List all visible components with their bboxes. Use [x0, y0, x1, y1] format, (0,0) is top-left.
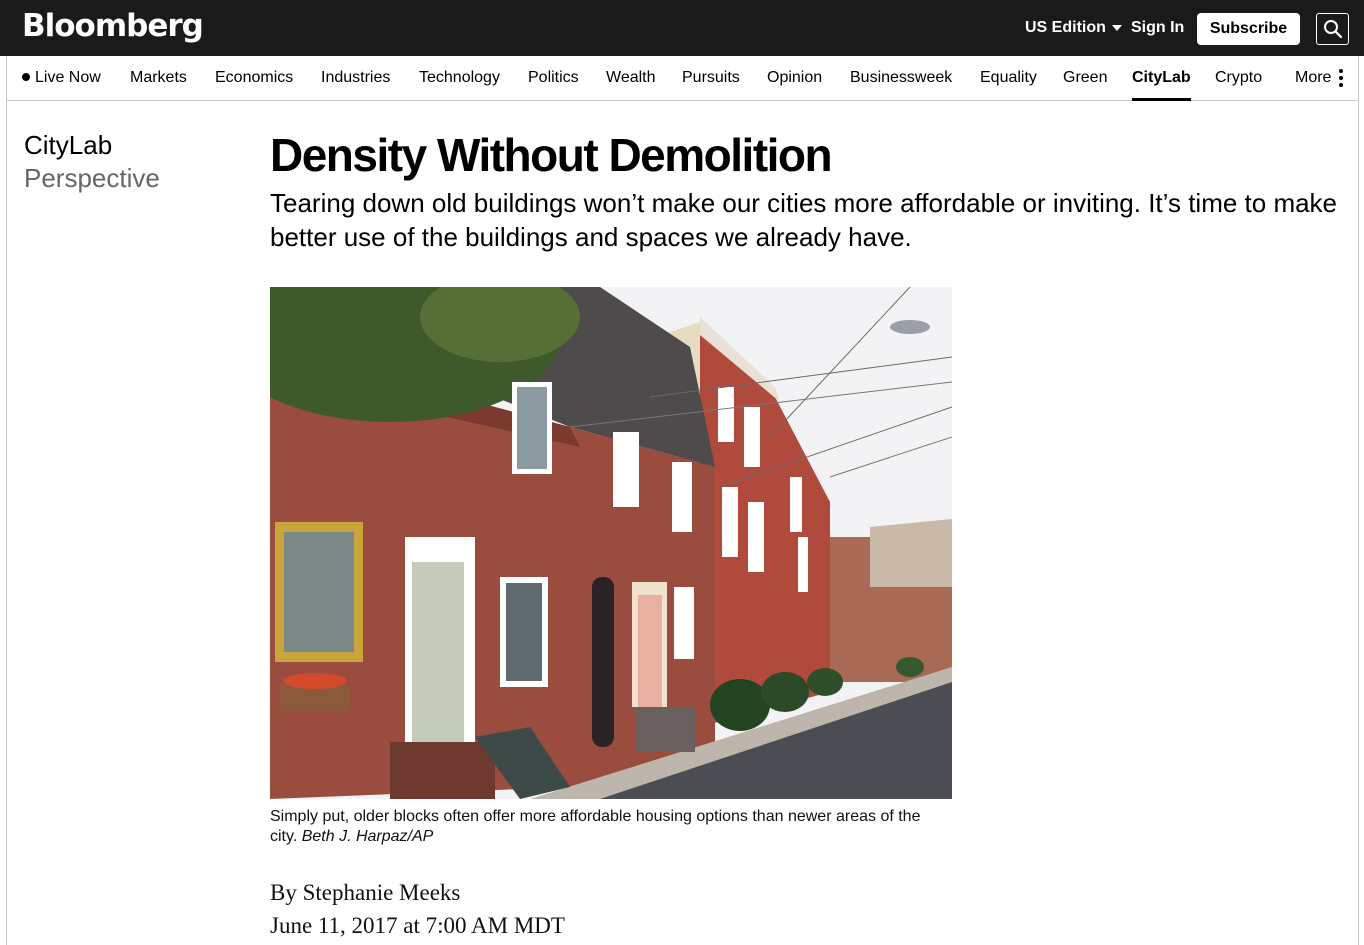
nav-more-button[interactable]: More — [1295, 69, 1331, 87]
top-bar: Bloomberg US Edition Sign In Subscribe — [0, 0, 1364, 56]
nav-item-citylab[interactable]: CityLab — [1132, 69, 1191, 101]
edition-selector[interactable]: US Edition — [1025, 19, 1122, 37]
nav-item-crypto[interactable]: Crypto — [1215, 69, 1262, 87]
frame-left-border — [6, 56, 7, 945]
article-headline: Density Without Demolition — [270, 129, 833, 181]
frame-right-border — [1358, 56, 1359, 945]
nav-item-equality[interactable]: Equality — [980, 69, 1037, 87]
rowhouse-street-illustration — [270, 287, 952, 799]
article-type-label: Perspective — [24, 163, 160, 193]
lead-photo — [270, 287, 952, 799]
publish-date: June 11, 2017 at 7:00 AM MDT — [270, 913, 565, 938]
edition-label: US Edition — [1025, 19, 1106, 36]
photo-caption: Simply put, older blocks often offer mor… — [270, 807, 952, 846]
live-dot-icon — [22, 73, 30, 81]
article-dek: Tearing down old buildings won’t make ou… — [270, 188, 1338, 252]
caret-down-icon — [1111, 25, 1122, 31]
more-vertical-icon[interactable] — [1339, 69, 1343, 89]
nav-item-opinion[interactable]: Opinion — [767, 69, 822, 87]
search-icon — [1323, 20, 1342, 39]
nav-item-technology[interactable]: Technology — [419, 69, 500, 87]
bloomberg-logo[interactable]: Bloomberg — [22, 8, 204, 44]
nav-live-label: Live Now — [35, 69, 101, 86]
nav-item-businessweek[interactable]: Businessweek — [850, 69, 952, 87]
sign-in-link[interactable]: Sign In — [1131, 19, 1184, 37]
nav-item-economics[interactable]: Economics — [215, 69, 293, 87]
photo-credit: Beth J. Harpaz/AP — [301, 827, 434, 845]
author-byline[interactable]: By Stephanie Meeks — [270, 880, 460, 906]
nav-item-wealth[interactable]: Wealth — [606, 69, 656, 87]
nav-item-markets[interactable]: Markets — [130, 69, 187, 87]
nav-item-politics[interactable]: Politics — [528, 69, 579, 87]
nav-item-green[interactable]: Green — [1063, 69, 1107, 87]
nav-item-pursuits[interactable]: Pursuits — [682, 69, 740, 87]
section-nav: Live Now Markets Economics Industries Te… — [6, 56, 1359, 101]
subscribe-button[interactable]: Subscribe — [1197, 13, 1300, 45]
nav-live-now[interactable]: Live Now — [22, 69, 101, 87]
search-button[interactable] — [1316, 13, 1349, 45]
vertical-label[interactable]: CityLab — [24, 130, 112, 161]
nav-item-industries[interactable]: Industries — [321, 69, 390, 87]
